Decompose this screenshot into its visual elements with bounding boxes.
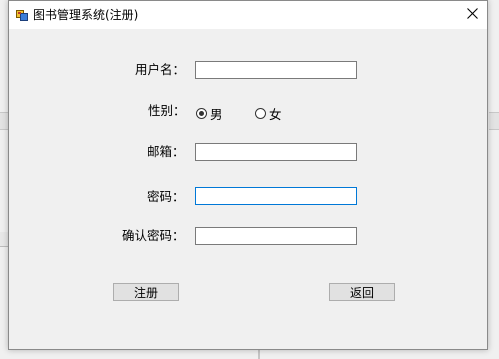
background-window-fragment <box>0 232 8 247</box>
window-title: 图书管理系统(注册) <box>33 8 139 22</box>
gender-radio-male[interactable]: 男 <box>196 104 223 123</box>
register-button[interactable]: 注册 <box>113 283 179 301</box>
back-button[interactable]: 返回 <box>329 283 395 301</box>
close-button[interactable] <box>457 1 487 29</box>
username-label: 用户名： <box>135 62 186 77</box>
app-icon <box>16 9 28 21</box>
background-window-fragment <box>0 112 8 130</box>
gender-radio-female[interactable]: 女 <box>255 104 282 123</box>
radio-button-checked[interactable] <box>196 108 207 119</box>
register-dialog: 图书管理系统(注册) 用户名： 性别： 男 女 邮箱： 密码： 确认密码： 注册… <box>8 0 488 350</box>
gender-label: 性别： <box>148 103 186 118</box>
gender-option-label: 女 <box>269 107 282 122</box>
background-window-fragment <box>489 112 499 130</box>
background-window-divider <box>258 350 260 359</box>
email-label: 邮箱： <box>147 144 185 159</box>
title-bar[interactable]: 图书管理系统(注册) <box>9 1 487 29</box>
radio-button[interactable] <box>255 108 266 119</box>
confirm-password-input[interactable] <box>195 227 357 245</box>
close-icon <box>466 8 478 22</box>
username-input[interactable] <box>195 61 357 79</box>
email-input[interactable] <box>195 143 357 161</box>
gender-option-label: 男 <box>210 107 223 122</box>
confirm-password-label: 确认密码： <box>122 228 185 243</box>
password-input[interactable] <box>195 187 357 205</box>
password-label: 密码： <box>147 189 185 204</box>
